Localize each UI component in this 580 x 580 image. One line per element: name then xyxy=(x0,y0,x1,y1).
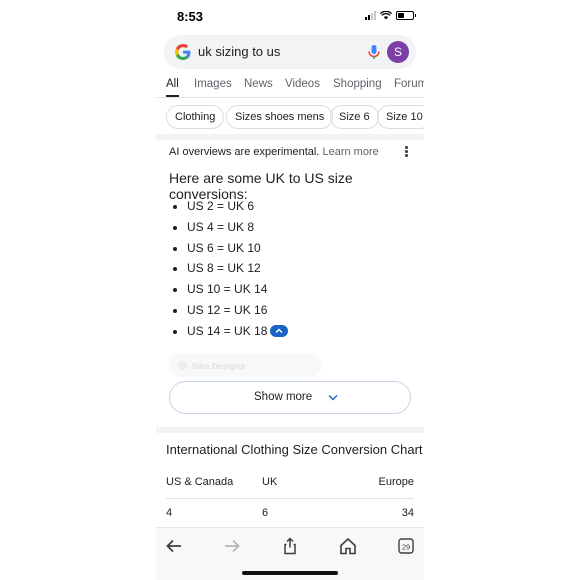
google-logo-icon xyxy=(175,44,191,60)
list-item: US 6 = UK 10 xyxy=(172,241,288,262)
ai-overview-notice: AI overviews are experimental. Learn mor… xyxy=(169,146,379,158)
table-cell-us: 4 xyxy=(166,507,173,519)
more-options-icon[interactable] xyxy=(405,146,409,158)
chip-clothing[interactable]: Clothing xyxy=(166,105,225,129)
chip-size-6[interactable]: Size 6 xyxy=(330,105,379,129)
chevron-down-icon xyxy=(328,395,338,401)
size-chart-title[interactable]: International Clothing Size Conversion C… xyxy=(166,442,423,457)
search-input[interactable]: uk sizing to us xyxy=(198,44,280,59)
status-bar: 8:53 xyxy=(156,0,424,32)
show-more-label: Show more xyxy=(254,391,313,403)
source-favicon-icon xyxy=(178,361,187,370)
learn-more-link[interactable]: Learn more xyxy=(322,146,378,158)
home-indicator xyxy=(242,571,338,575)
table-cell-europe: 34 xyxy=(401,507,414,519)
status-time: 8:53 xyxy=(177,9,204,24)
tab-all[interactable]: All xyxy=(166,78,179,90)
column-header-europe: Europe xyxy=(378,476,414,488)
account-avatar[interactable]: S xyxy=(387,41,409,63)
phone-screen: 8:53 uk sizing to us S All Images News V… xyxy=(156,0,424,580)
tab-news[interactable]: News xyxy=(244,78,273,90)
tab-count: 29 xyxy=(402,542,410,551)
tab-images[interactable]: Images xyxy=(194,78,232,90)
column-header-uk: UK xyxy=(262,476,278,488)
list-item: US 8 = UK 12 xyxy=(172,261,288,282)
tab-shopping[interactable]: Shopping xyxy=(333,78,382,90)
section-divider xyxy=(156,134,424,140)
tabs-icon[interactable]: 29 xyxy=(396,537,416,555)
list-item: US 14 = UK 18 xyxy=(172,324,289,345)
tab-videos[interactable]: Videos xyxy=(285,78,320,90)
forward-arrow-icon[interactable] xyxy=(222,537,242,555)
chip-size-10[interactable]: Size 10 xyxy=(377,105,424,129)
ai-overview-heading: Here are some UK to US size conversions: xyxy=(169,170,353,202)
wifi-icon xyxy=(380,11,392,20)
list-item: US 12 = UK 16 xyxy=(172,303,288,324)
search-tabs: All Images News Videos Shopping Forum xyxy=(156,70,424,98)
citation-chevron-icon[interactable] xyxy=(270,324,289,337)
signal-icon xyxy=(365,11,376,20)
table-divider xyxy=(166,498,414,499)
list-item: US 4 = UK 8 xyxy=(172,220,288,241)
active-tab-indicator xyxy=(166,95,179,97)
column-header-us: US & Canada xyxy=(166,476,234,488)
faded-source-name: Sika Designs xyxy=(192,361,245,371)
ai-notice-text: AI overviews are experimental. xyxy=(169,146,320,158)
back-arrow-icon[interactable] xyxy=(164,537,184,555)
status-icons xyxy=(365,11,416,20)
show-more-button[interactable]: Show more xyxy=(169,381,411,414)
microphone-icon[interactable] xyxy=(365,43,383,61)
list-item: US 10 = UK 14 xyxy=(172,282,288,303)
search-bar[interactable]: uk sizing to us S xyxy=(164,35,416,69)
filter-chips: Clothing Sizes shoes mens Size 6 Size 10 xyxy=(166,105,424,129)
battery-icon xyxy=(396,11,416,20)
share-icon[interactable] xyxy=(280,537,300,555)
table-cell-uk: 6 xyxy=(262,507,269,519)
section-divider xyxy=(156,427,424,433)
chip-sizes-shoes-mens[interactable]: Sizes shoes mens xyxy=(226,105,334,129)
list-item: US 2 = UK 6 xyxy=(172,199,288,220)
tab-forum[interactable]: Forum xyxy=(394,78,424,90)
conversion-list: US 2 = UK 6 US 4 = UK 8 US 6 = UK 10 US … xyxy=(172,199,289,345)
home-icon[interactable] xyxy=(338,537,358,555)
